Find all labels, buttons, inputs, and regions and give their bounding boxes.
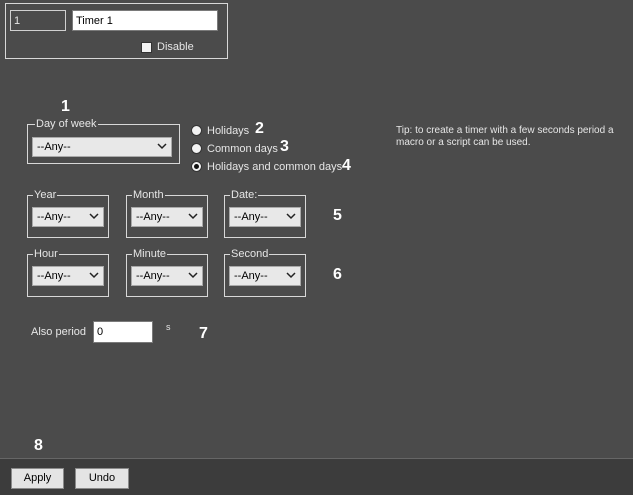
hour-group: Hour --Any-- bbox=[27, 248, 109, 297]
month-group: Month --Any-- bbox=[126, 189, 208, 238]
day-of-week-label: Day of week bbox=[35, 118, 98, 130]
date-value: --Any-- bbox=[234, 211, 268, 223]
date-select[interactable]: --Any-- bbox=[229, 207, 301, 227]
marker-7: 7 bbox=[199, 325, 208, 342]
minute-label: Minute bbox=[132, 248, 168, 260]
disable-checkbox[interactable] bbox=[141, 42, 152, 53]
hour-value: --Any-- bbox=[37, 270, 71, 282]
marker-6: 6 bbox=[333, 266, 342, 283]
day-of-week-select[interactable]: --Any-- bbox=[32, 137, 172, 157]
radio-holidays-label: Holidays bbox=[207, 125, 250, 137]
period-input[interactable] bbox=[93, 321, 153, 343]
marker-1: 1 bbox=[61, 98, 70, 115]
also-period-label: Also period bbox=[31, 326, 87, 338]
period-unit: s bbox=[166, 322, 171, 332]
marker-8: 8 bbox=[34, 437, 43, 454]
marker-5: 5 bbox=[333, 207, 342, 224]
disable-label: Disable bbox=[157, 41, 194, 53]
hour-label: Hour bbox=[33, 248, 59, 260]
marker-3: 3 bbox=[280, 138, 289, 155]
tip-text: Tip: to create a timer with a few second… bbox=[396, 125, 614, 148]
year-select[interactable]: --Any-- bbox=[32, 207, 104, 227]
second-label: Second bbox=[230, 248, 270, 260]
year-group: Year --Any-- bbox=[27, 189, 109, 238]
undo-button[interactable]: Undo bbox=[75, 468, 129, 489]
month-value: --Any-- bbox=[136, 211, 170, 223]
hour-select[interactable]: --Any-- bbox=[32, 266, 104, 286]
chevron-down-icon bbox=[89, 213, 99, 220]
radio-common-days[interactable] bbox=[191, 143, 202, 154]
chevron-down-icon bbox=[157, 143, 167, 150]
timer-header-box: Disable bbox=[5, 3, 228, 59]
chevron-down-icon bbox=[286, 272, 296, 279]
minute-value: --Any-- bbox=[136, 270, 170, 282]
bottom-toolbar: Apply Undo bbox=[0, 458, 633, 495]
year-label: Year bbox=[33, 189, 58, 201]
date-label: Date: bbox=[230, 189, 259, 201]
month-select[interactable]: --Any-- bbox=[131, 207, 203, 227]
chevron-down-icon bbox=[89, 272, 99, 279]
radio-holidays-and-common-days-label: Holidays and common days bbox=[207, 161, 343, 173]
month-label: Month bbox=[132, 189, 165, 201]
radio-common-days-label: Common days bbox=[207, 143, 278, 155]
chevron-down-icon bbox=[286, 213, 296, 220]
apply-button[interactable]: Apply bbox=[11, 468, 64, 489]
chevron-down-icon bbox=[188, 213, 198, 220]
radio-holidays-and-common-days[interactable] bbox=[191, 161, 202, 172]
timer-name-field[interactable] bbox=[72, 10, 218, 31]
minute-select[interactable]: --Any-- bbox=[131, 266, 203, 286]
second-value: --Any-- bbox=[234, 270, 268, 282]
minute-group: Minute --Any-- bbox=[126, 248, 208, 297]
radio-holidays[interactable] bbox=[191, 125, 202, 136]
chevron-down-icon bbox=[188, 272, 198, 279]
timer-id-field[interactable] bbox=[10, 10, 66, 31]
marker-4: 4 bbox=[342, 157, 351, 174]
year-value: --Any-- bbox=[37, 211, 71, 223]
second-select[interactable]: --Any-- bbox=[229, 266, 301, 286]
day-of-week-group: Day of week --Any-- bbox=[27, 118, 180, 164]
second-group: Second --Any-- bbox=[224, 248, 306, 297]
date-group: Date: --Any-- bbox=[224, 189, 306, 238]
day-of-week-value: --Any-- bbox=[37, 141, 71, 153]
marker-2: 2 bbox=[255, 120, 264, 137]
